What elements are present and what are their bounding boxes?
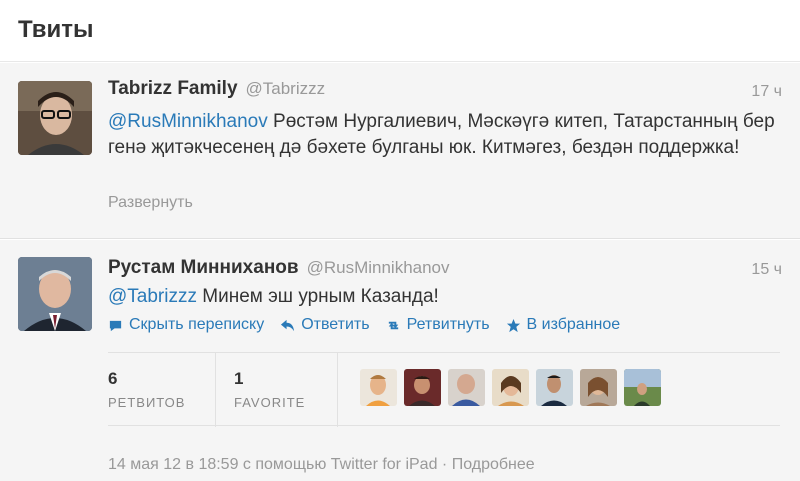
mention-link[interactable]: @RusMinnikhanov xyxy=(108,111,268,132)
timeline-header: Твиты xyxy=(0,0,800,62)
tweet[interactable]: Tabrizz Family @Tabrizzz 17 ч @RusMinnikh… xyxy=(0,63,800,239)
avatar[interactable] xyxy=(18,257,92,331)
star-icon xyxy=(506,318,520,332)
author-name[interactable]: Рустам Минниханов @RusMinnikhanov xyxy=(108,257,450,279)
avatar[interactable] xyxy=(492,369,529,406)
avatar[interactable] xyxy=(624,369,661,406)
retweets-stat[interactable]: 6 РЕТВИТОВ xyxy=(108,353,216,427)
tweet-text: @Tabrizzz Минем эш урным Казанда! xyxy=(108,286,439,308)
display-name[interactable]: Рустам Минниханов xyxy=(108,257,299,278)
retweets-label: РЕТВИТОВ xyxy=(108,395,186,410)
avatar[interactable] xyxy=(18,81,92,155)
avatar[interactable] xyxy=(536,369,573,406)
avatar[interactable] xyxy=(360,369,397,406)
author-name[interactable]: Tabrizz Family @Tabrizzz xyxy=(108,78,325,100)
hide-conversation-button[interactable]: Скрыть переписку xyxy=(108,316,264,334)
screen-name[interactable]: @Tabrizzz xyxy=(246,79,326,98)
tweet-timestamp[interactable]: 17 ч xyxy=(751,83,782,101)
favorites-label: FAVORITE xyxy=(234,395,306,410)
retweet-icon xyxy=(388,321,398,329)
screen-name[interactable]: @RusMinnikhanov xyxy=(307,258,450,277)
retweeter-avatars xyxy=(338,353,661,425)
tweet-text: @RusMinnikhanov Рөстәм Нургалиевич, Мәск… xyxy=(108,109,778,161)
tweet[interactable]: Рустам Минниханов @RusMinnikhanov 15 ч @T… xyxy=(0,240,800,481)
conversation-icon xyxy=(109,320,122,331)
display-name[interactable]: Tabrizz Family xyxy=(108,78,238,99)
tweet-actions: Скрыть переписку Ответить Ретвитнуть В и… xyxy=(108,316,620,334)
reply-icon xyxy=(281,319,295,331)
favorites-count: 1 xyxy=(234,369,244,388)
retweets-count: 6 xyxy=(108,369,118,388)
tweet-meta[interactable]: 14 мая 12 в 18:59 с помощью Twitter for … xyxy=(108,456,535,474)
reply-label: Ответить xyxy=(301,316,370,333)
favorite-button[interactable]: В избранное xyxy=(506,316,621,334)
avatar[interactable] xyxy=(448,369,485,406)
tweet-body: Минем эш урным Казанда! xyxy=(196,286,439,307)
expand-link[interactable]: Развернуть xyxy=(108,194,193,212)
tweet-timestamp[interactable]: 15 ч xyxy=(751,261,782,279)
retweet-button[interactable]: Ретвитнуть xyxy=(386,316,490,334)
avatar[interactable] xyxy=(404,369,441,406)
avatar[interactable] xyxy=(580,369,617,406)
tweet-stats: 6 РЕТВИТОВ 1 FAVORITE xyxy=(108,352,780,427)
mention-link[interactable]: @Tabrizzz xyxy=(108,286,197,307)
reply-button[interactable]: Ответить xyxy=(280,316,370,334)
favorite-label: В избранное xyxy=(526,316,621,333)
page-title: Твиты xyxy=(18,16,94,43)
hide-conversation-label: Скрыть переписку xyxy=(129,316,265,333)
favorites-stat[interactable]: 1 FAVORITE xyxy=(216,353,338,427)
retweet-label: Ретвитнуть xyxy=(406,316,490,333)
